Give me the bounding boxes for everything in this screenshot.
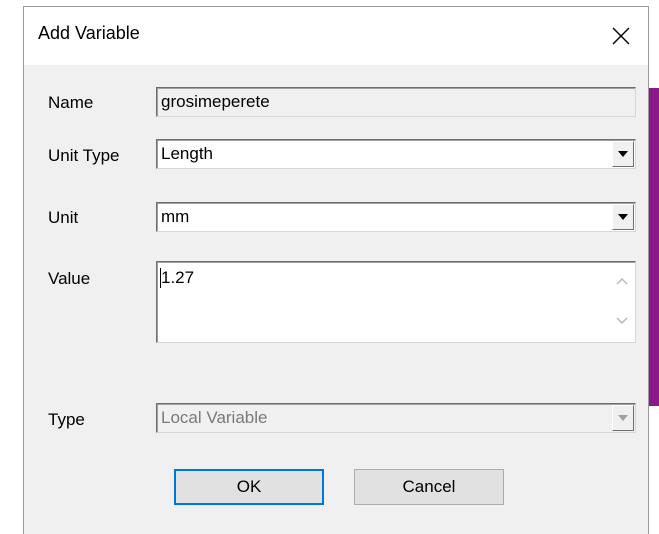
title-bar: Add Variable [24,7,648,65]
unit-select[interactable]: mm [156,202,636,232]
value-label: Value [48,269,91,288]
scroll-down-icon[interactable] [615,316,629,326]
value-textarea[interactable]: 1.27 [156,261,636,343]
name-value: grosimeperete [161,92,270,111]
ok-button[interactable]: OK [174,469,324,505]
scroll-up-icon[interactable] [615,276,629,286]
type-label: Type [48,410,85,429]
background-window-accent [648,88,659,406]
unit-value: mm [161,207,190,226]
chevron-down-icon [618,151,628,157]
unit-type-dropdown-button[interactable] [612,141,634,167]
chevron-down-icon [618,415,628,421]
unit-dropdown-button[interactable] [612,204,634,230]
add-variable-dialog: Add Variable Name grosimeperete Unit Typ… [23,6,649,534]
type-select: Local Variable [156,403,636,433]
dialog-title: Add Variable [38,23,140,43]
type-value: Local Variable [161,408,268,427]
cancel-button[interactable]: Cancel [354,469,504,505]
unit-type-label: Unit Type [48,146,120,165]
chevron-down-icon [618,214,628,220]
name-field[interactable]: grosimeperete [156,87,636,117]
unit-label: Unit [48,208,79,227]
value-text: 1.27 [161,268,195,287]
unit-type-select[interactable]: Length [156,139,636,169]
unit-type-value: Length [161,144,213,163]
close-icon[interactable] [608,23,634,49]
name-label: Name [48,93,94,112]
type-dropdown-button [612,405,634,431]
